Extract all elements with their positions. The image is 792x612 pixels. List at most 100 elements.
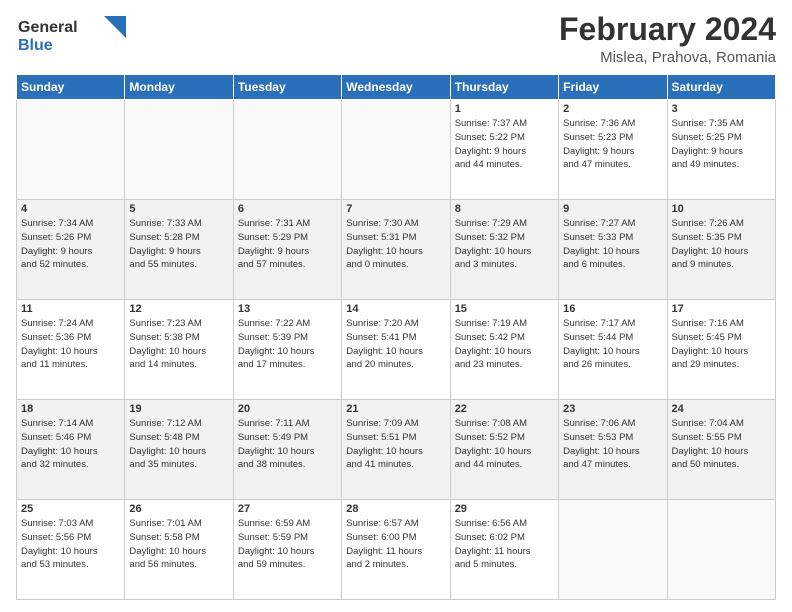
day-number: 4: [21, 203, 120, 215]
calendar-cell: 12 Sunrise: 7:23 AMSunset: 5:38 PMDayligh…: [125, 300, 233, 400]
day-info: Sunrise: 7:24 AMSunset: 5:36 PMDaylight:…: [21, 317, 120, 372]
day-header-friday: Friday: [559, 75, 667, 100]
day-info: Sunrise: 7:26 AMSunset: 5:35 PMDaylight:…: [672, 217, 771, 272]
day-number: 28: [346, 503, 445, 515]
calendar-page: General Blue February 2024 Mislea, Praho…: [0, 0, 792, 612]
calendar-cell: 15 Sunrise: 7:19 AMSunset: 5:42 PMDayligh…: [450, 300, 558, 400]
calendar-cell: 13 Sunrise: 7:22 AMSunset: 5:39 PMDayligh…: [233, 300, 341, 400]
day-header-sunday: Sunday: [17, 75, 125, 100]
header: General Blue February 2024 Mislea, Praho…: [16, 12, 776, 66]
calendar-cell: [233, 100, 341, 200]
calendar-cell: 22 Sunrise: 7:08 AMSunset: 5:52 PMDayligh…: [450, 400, 558, 500]
calendar-cell: 9 Sunrise: 7:27 AMSunset: 5:33 PMDaylight…: [559, 200, 667, 300]
calendar-cell: 11 Sunrise: 7:24 AMSunset: 5:36 PMDayligh…: [17, 300, 125, 400]
day-number: 22: [455, 403, 554, 415]
day-info: Sunrise: 7:30 AMSunset: 5:31 PMDaylight:…: [346, 217, 445, 272]
day-info: Sunrise: 7:03 AMSunset: 5:56 PMDaylight:…: [21, 517, 120, 572]
day-info: Sunrise: 7:14 AMSunset: 5:46 PMDaylight:…: [21, 417, 120, 472]
day-number: 13: [238, 303, 337, 315]
logo-text: General Blue: [16, 12, 126, 61]
day-header-thursday: Thursday: [450, 75, 558, 100]
title-block: February 2024 Mislea, Prahova, Romania: [559, 12, 776, 66]
day-number: 19: [129, 403, 228, 415]
svg-text:General: General: [18, 19, 78, 36]
day-number: 3: [672, 103, 771, 115]
calendar-cell: 10 Sunrise: 7:26 AMSunset: 5:35 PMDayligh…: [667, 200, 775, 300]
day-number: 14: [346, 303, 445, 315]
calendar-cell: 1 Sunrise: 7:37 AMSunset: 5:22 PMDaylight…: [450, 100, 558, 200]
day-header-monday: Monday: [125, 75, 233, 100]
day-info: Sunrise: 7:22 AMSunset: 5:39 PMDaylight:…: [238, 317, 337, 372]
calendar-cell: [125, 100, 233, 200]
calendar-cell: 27 Sunrise: 6:59 AMSunset: 5:59 PMDayligh…: [233, 500, 341, 600]
calendar-cell: [17, 100, 125, 200]
day-number: 1: [455, 103, 554, 115]
day-number: 25: [21, 503, 120, 515]
day-info: Sunrise: 7:04 AMSunset: 5:55 PMDaylight:…: [672, 417, 771, 472]
day-info: Sunrise: 7:08 AMSunset: 5:52 PMDaylight:…: [455, 417, 554, 472]
calendar-cell: 7 Sunrise: 7:30 AMSunset: 5:31 PMDaylight…: [342, 200, 450, 300]
day-number: 10: [672, 203, 771, 215]
day-info: Sunrise: 7:09 AMSunset: 5:51 PMDaylight:…: [346, 417, 445, 472]
day-number: 26: [129, 503, 228, 515]
day-info: Sunrise: 7:20 AMSunset: 5:41 PMDaylight:…: [346, 317, 445, 372]
day-info: Sunrise: 7:34 AMSunset: 5:26 PMDaylight:…: [21, 217, 120, 272]
calendar-cell: 20 Sunrise: 7:11 AMSunset: 5:49 PMDayligh…: [233, 400, 341, 500]
day-info: Sunrise: 7:16 AMSunset: 5:45 PMDaylight:…: [672, 317, 771, 372]
day-number: 21: [346, 403, 445, 415]
calendar-cell: 24Sunrise: 7:04 AMSunset: 5:55 PMDayligh…: [667, 400, 775, 500]
calendar-title: February 2024: [559, 12, 776, 47]
day-header-tuesday: Tuesday: [233, 75, 341, 100]
day-number: 11: [21, 303, 120, 315]
day-number: 18: [21, 403, 120, 415]
day-info: Sunrise: 7:36 AMSunset: 5:23 PMDaylight:…: [563, 117, 662, 172]
calendar-cell: 6 Sunrise: 7:31 AMSunset: 5:29 PMDaylight…: [233, 200, 341, 300]
day-number: 12: [129, 303, 228, 315]
day-number: 23: [563, 403, 662, 415]
calendar-cell: 14 Sunrise: 7:20 AMSunset: 5:41 PMDayligh…: [342, 300, 450, 400]
calendar-cell: 23 Sunrise: 7:06 AMSunset: 5:53 PMDayligh…: [559, 400, 667, 500]
calendar-cell: 8Sunrise: 7:29 AMSunset: 5:32 PMDaylight…: [450, 200, 558, 300]
day-number: 20: [238, 403, 337, 415]
calendar-cell: [342, 100, 450, 200]
calendar-table: SundayMondayTuesdayWednesdayThursdayFrid…: [16, 74, 776, 600]
day-info: Sunrise: 6:56 AMSunset: 6:02 PMDaylight:…: [455, 517, 554, 572]
calendar-cell: 2 Sunrise: 7:36 AMSunset: 5:23 PMDaylight…: [559, 100, 667, 200]
day-info: Sunrise: 7:23 AMSunset: 5:38 PMDaylight:…: [129, 317, 228, 372]
calendar-cell: 17Sunrise: 7:16 AMSunset: 5:45 PMDayligh…: [667, 300, 775, 400]
day-info: Sunrise: 7:37 AMSunset: 5:22 PMDaylight:…: [455, 117, 554, 172]
day-header-saturday: Saturday: [667, 75, 775, 100]
day-info: Sunrise: 7:19 AMSunset: 5:42 PMDaylight:…: [455, 317, 554, 372]
day-number: 8: [455, 203, 554, 215]
calendar-cell: 26Sunrise: 7:01 AMSunset: 5:58 PMDayligh…: [125, 500, 233, 600]
day-header-wednesday: Wednesday: [342, 75, 450, 100]
calendar-cell: [559, 500, 667, 600]
calendar-cell: 28 Sunrise: 6:57 AMSunset: 6:00 PMDayligh…: [342, 500, 450, 600]
logo: General Blue: [16, 12, 126, 61]
day-number: 6: [238, 203, 337, 215]
day-info: Sunrise: 7:33 AMSunset: 5:28 PMDaylight:…: [129, 217, 228, 272]
calendar-cell: [667, 500, 775, 600]
day-info: Sunrise: 7:11 AMSunset: 5:49 PMDaylight:…: [238, 417, 337, 472]
calendar-cell: 3Sunrise: 7:35 AMSunset: 5:25 PMDaylight…: [667, 100, 775, 200]
day-info: Sunrise: 7:17 AMSunset: 5:44 PMDaylight:…: [563, 317, 662, 372]
day-number: 7: [346, 203, 445, 215]
day-number: 15: [455, 303, 554, 315]
calendar-cell: 18 Sunrise: 7:14 AMSunset: 5:46 PMDayligh…: [17, 400, 125, 500]
calendar-cell: 4 Sunrise: 7:34 AMSunset: 5:26 PMDaylight…: [17, 200, 125, 300]
day-number: 2: [563, 103, 662, 115]
day-info: Sunrise: 6:59 AMSunset: 5:59 PMDaylight:…: [238, 517, 337, 572]
day-info: Sunrise: 7:06 AMSunset: 5:53 PMDaylight:…: [563, 417, 662, 472]
day-info: Sunrise: 7:31 AMSunset: 5:29 PMDaylight:…: [238, 217, 337, 272]
calendar-cell: 29 Sunrise: 6:56 AMSunset: 6:02 PMDayligh…: [450, 500, 558, 600]
calendar-cell: 25 Sunrise: 7:03 AMSunset: 5:56 PMDayligh…: [17, 500, 125, 600]
day-number: 16: [563, 303, 662, 315]
day-info: Sunrise: 7:27 AMSunset: 5:33 PMDaylight:…: [563, 217, 662, 272]
svg-text:Blue: Blue: [18, 37, 53, 54]
day-info: Sunrise: 6:57 AMSunset: 6:00 PMDaylight:…: [346, 517, 445, 572]
day-number: 9: [563, 203, 662, 215]
calendar-cell: 16 Sunrise: 7:17 AMSunset: 5:44 PMDayligh…: [559, 300, 667, 400]
calendar-cell: 21 Sunrise: 7:09 AMSunset: 5:51 PMDayligh…: [342, 400, 450, 500]
day-number: 29: [455, 503, 554, 515]
day-number: 27: [238, 503, 337, 515]
